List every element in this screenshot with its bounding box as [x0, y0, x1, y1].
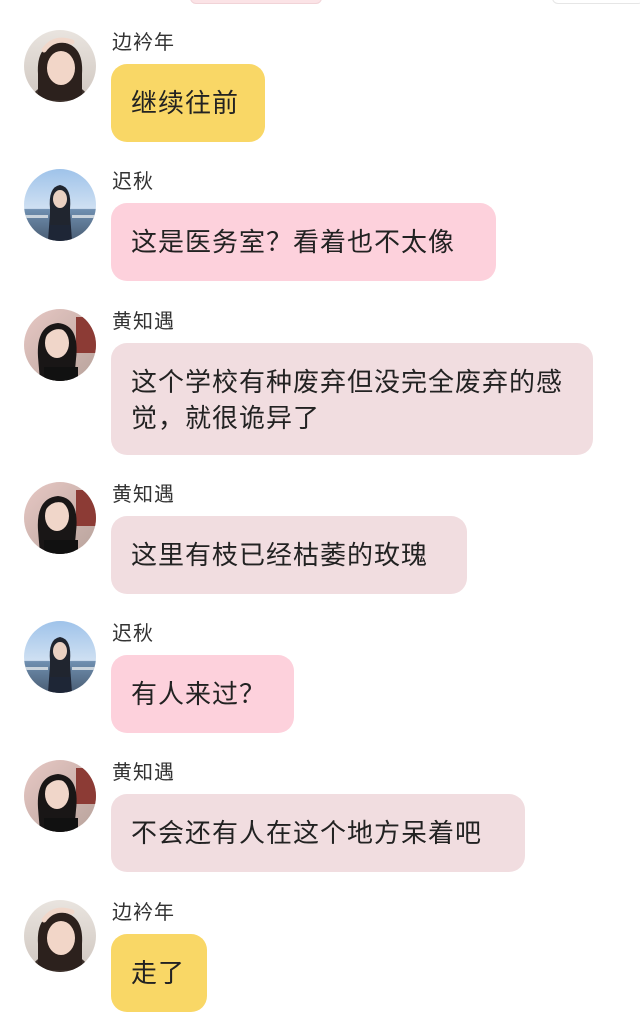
avatar[interactable] [24, 169, 96, 241]
avatar[interactable] [24, 309, 96, 381]
previous-message-fragment [552, 0, 640, 4]
avatar[interactable] [24, 482, 96, 554]
avatar[interactable] [24, 621, 96, 693]
sender-name: 黄知遇 [112, 482, 175, 506]
message-bubble[interactable]: 这是医务室？看着也不太像 [111, 203, 496, 281]
avatar-image [24, 900, 96, 972]
message-bubble[interactable]: 继续往前 [111, 64, 265, 142]
avatar-image [24, 169, 96, 241]
previous-message-fragment [190, 0, 322, 4]
sender-name: 迟秋 [112, 621, 154, 645]
sender-name: 黄知遇 [112, 760, 175, 784]
message-bubble[interactable]: 走了 [111, 934, 207, 1012]
avatar-image [24, 30, 96, 102]
avatar[interactable] [24, 30, 96, 102]
message-bubble[interactable]: 不会还有人在这个地方呆着吧 [111, 794, 525, 872]
avatar-image [24, 309, 96, 381]
avatar[interactable] [24, 760, 96, 832]
message-bubble[interactable]: 这个学校有种废弃但没完全废弃的感觉，就很诡异了 [111, 343, 593, 455]
message-bubble[interactable]: 这里有枝已经枯萎的玫瑰 [111, 516, 467, 594]
avatar-image [24, 621, 96, 693]
sender-name: 迟秋 [112, 169, 154, 193]
avatar-image [24, 482, 96, 554]
avatar-image [24, 760, 96, 832]
message-bubble[interactable]: 有人来过？ [111, 655, 294, 733]
sender-name: 黄知遇 [112, 309, 175, 333]
sender-name: 边衿年 [112, 900, 175, 924]
avatar[interactable] [24, 900, 96, 972]
sender-name: 边衿年 [112, 30, 175, 54]
chat-window: 边衿年 继续往前 迟秋 这是医务室？看着也不太像 黄知遇 这个学校有种废弃但没完… [0, 0, 640, 1035]
